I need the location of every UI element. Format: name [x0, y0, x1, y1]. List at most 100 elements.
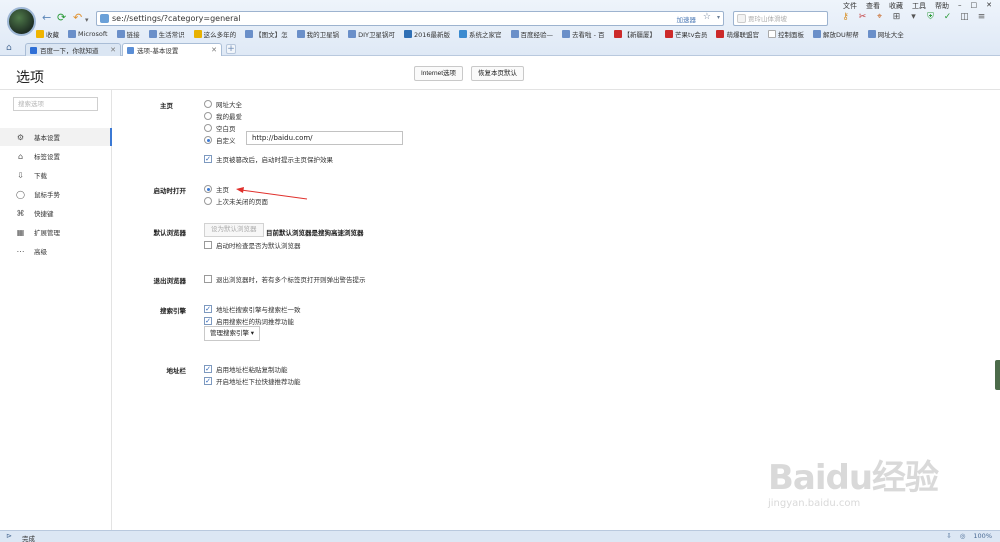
search-input[interactable] — [748, 14, 824, 24]
radio-button[interactable] — [204, 112, 212, 120]
search-hotword-option[interactable]: ✓ 启用搜索栏的热词推荐功能 — [204, 316, 294, 326]
manage-search-engines-dropdown[interactable]: 管理搜索引擎 ▾ — [204, 326, 261, 341]
refresh-icon[interactable]: ⟳ — [57, 12, 66, 24]
bookmark-item[interactable]: 芒果tv会员 — [665, 28, 707, 40]
bookmark-label: 【图文】怎 — [255, 31, 288, 39]
bookmark-item[interactable]: 百度经验— — [510, 28, 553, 40]
restore-default-button[interactable]: 恢复本页默认 — [471, 66, 524, 81]
menu-view[interactable]: 查看 — [866, 1, 880, 11]
radio-button[interactable] — [204, 197, 212, 205]
star-icon[interactable]: ☆ — [703, 12, 711, 22]
tab-baidu[interactable]: 百度一下，你就知道 ✕ — [25, 43, 121, 56]
bookmark-item[interactable]: 去看啦 - 百 — [562, 28, 605, 40]
checkbox-checked[interactable]: ✓ — [204, 377, 212, 385]
grid-icon[interactable]: ⊞ — [891, 11, 902, 24]
internet-options-button[interactable]: Internet选项 — [414, 66, 464, 81]
radio-button-selected[interactable] — [204, 136, 212, 144]
checkbox-checked[interactable]: ✓ — [204, 155, 212, 163]
radio-button[interactable] — [204, 100, 212, 108]
bookmark-item[interactable]: 这么多年的 — [193, 28, 236, 40]
address-bar[interactable]: 加速器 ☆ ▾ — [96, 11, 724, 26]
tools-icon[interactable]: ✂ — [857, 11, 868, 24]
bookmark-item[interactable]: 链接 — [116, 28, 140, 40]
maximize-icon[interactable]: □ — [971, 1, 978, 11]
side-panel-handle[interactable] — [995, 360, 1000, 390]
chevron-down-icon[interactable]: ▾ — [717, 14, 720, 21]
bookmark-item[interactable]: 生活常识 — [148, 28, 185, 40]
checkbox-checked[interactable]: ✓ — [204, 365, 212, 373]
back-icon[interactable]: ← — [42, 12, 51, 24]
exit-warning-option[interactable]: 退出浏览器时，若有多个标签页打开则弹出警告提示 — [204, 274, 366, 284]
search-engine-icon[interactable] — [737, 14, 746, 23]
bookmark-item[interactable]: 萌爆联盟官 — [716, 28, 759, 40]
radio-button[interactable] — [204, 124, 212, 132]
sidebar-item-mouse[interactable]: ◯ 鼠标手势 — [0, 185, 112, 203]
bookmark-item[interactable]: 网址大全 — [867, 28, 904, 40]
sidebar-item-keyboard[interactable]: ⌘ 快捷键 — [0, 204, 112, 222]
user-avatar[interactable] — [7, 7, 36, 36]
tab-settings[interactable]: 选项-基本设置 ✕ — [122, 43, 222, 56]
homepage-url-input[interactable] — [246, 131, 403, 145]
menu-tools[interactable]: 工具 — [912, 1, 926, 11]
sidebar-item-download[interactable]: ⇩ 下载 — [0, 166, 112, 184]
skin-icon[interactable]: ◫ — [959, 11, 970, 24]
homepage-option-custom[interactable]: 自定义 — [204, 135, 236, 145]
homepage-protect-option[interactable]: ✓ 主页被篡改后，启动时提示主页保护效果 — [204, 154, 333, 164]
homepage-option-nav[interactable]: 网址大全 — [204, 99, 242, 109]
close-icon[interactable]: ✕ — [211, 46, 217, 54]
bookmark-item[interactable]: 2016最新版 — [404, 28, 450, 40]
radio-button-selected[interactable] — [204, 185, 212, 193]
check-default-browser-option[interactable]: 启动时检查是否为默认浏览器 — [204, 240, 301, 250]
homepage-option-blank[interactable]: 空白页 — [204, 123, 236, 133]
search-engine-sync-option[interactable]: ✓ 地址栏搜索引擎与搜索栏一致 — [204, 304, 301, 314]
checkbox-checked[interactable]: ✓ — [204, 305, 212, 313]
options-search-input[interactable] — [13, 97, 98, 111]
close-icon[interactable]: ✕ — [986, 1, 992, 11]
address-suggest-option[interactable]: ✓ 开启地址栏下拉快捷推荐功能 — [204, 376, 301, 386]
menu-favorites[interactable]: 收藏 — [889, 1, 903, 11]
mouse-gesture-icon[interactable]: ⌖ — [874, 11, 885, 24]
zoom-level[interactable]: 100% — [973, 532, 992, 540]
new-tab-icon[interactable]: + — [226, 44, 236, 54]
menu-help[interactable]: 帮助 — [935, 1, 949, 11]
security-icon[interactable]: ✓ — [942, 11, 953, 24]
bookmark-item[interactable]: 我的卫星锅 — [296, 28, 339, 40]
home-icon[interactable]: ⌂ — [6, 43, 12, 53]
sidebar-item-more[interactable]: ⋯ 高级 — [0, 242, 112, 260]
menu-file[interactable]: 文件 — [843, 1, 857, 11]
checkbox[interactable] — [204, 241, 212, 249]
key-icon[interactable]: ⚷ — [840, 11, 851, 24]
shield-icon[interactable]: ⛨ — [925, 11, 936, 24]
address-paste-option[interactable]: ✓ 启用地址栏粘贴复制功能 — [204, 364, 288, 374]
close-icon[interactable]: ✕ — [110, 46, 116, 54]
bookmark-label: 去看啦 - 百 — [572, 31, 605, 39]
bookmark-item[interactable]: DIY卫星锅可 — [348, 28, 395, 40]
address-input[interactable] — [112, 13, 562, 24]
minimize-icon[interactable]: – — [958, 1, 962, 11]
checkbox[interactable] — [204, 275, 212, 283]
undo-icon[interactable]: ↶ — [73, 12, 82, 24]
homepage-option-favorites[interactable]: 我的最爱 — [204, 111, 242, 121]
dropdown-icon[interactable]: ▾ — [908, 11, 919, 24]
download-icon[interactable]: ⇩ — [946, 532, 951, 540]
startup-option-homepage[interactable]: 主页 — [204, 184, 229, 194]
security-icon[interactable]: ◎ — [960, 532, 966, 540]
bookmark-item[interactable]: Microsoft — [68, 28, 108, 40]
checkbox-checked[interactable]: ✓ — [204, 317, 212, 325]
bookmark-item[interactable]: 收藏 — [36, 28, 59, 40]
option-label: 启动时检查是否为默认浏览器 — [216, 242, 301, 250]
set-default-browser-button[interactable]: 设为默认浏览器 — [204, 223, 264, 237]
bookmark-item[interactable]: 【新疆厦】 — [613, 28, 656, 40]
bookmark-item[interactable]: 解放DU帮帮 — [812, 28, 859, 40]
menu-icon[interactable]: ≡ — [976, 11, 987, 24]
sidebar-toggle-icon[interactable]: ⊳ — [6, 532, 12, 540]
search-bar[interactable] — [733, 11, 828, 26]
sidebar-item-tab[interactable]: ⌂ 标签设置 — [0, 147, 112, 165]
bookmark-item[interactable]: 系统之家官 — [459, 28, 502, 40]
sidebar-item-gear[interactable]: ⚙ 基本设置 — [0, 128, 112, 146]
sidebar-item-extension[interactable]: ▦ 扩展管理 — [0, 223, 112, 241]
chevron-down-icon[interactable]: ▾ — [85, 14, 89, 26]
bookmark-item[interactable]: 【图文】怎 — [245, 28, 288, 40]
bookmark-item[interactable]: 控制面板 — [767, 28, 804, 40]
accelerator-label[interactable]: 加速器 — [677, 14, 697, 24]
